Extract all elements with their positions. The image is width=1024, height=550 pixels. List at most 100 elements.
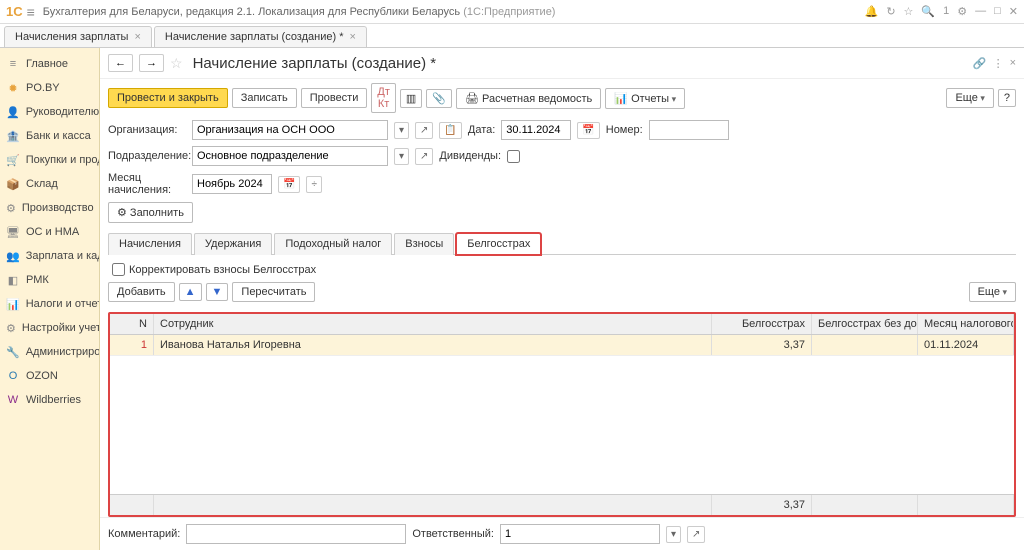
sidebar-item[interactable]: OOZON [0,364,99,388]
org-input[interactable] [192,120,388,140]
sidebar-icon: 🛒 [6,153,20,167]
sidebar-icon: ⚙ [6,201,16,215]
th-belgosstrakh-no-extra[interactable]: Белгосстрах без доплаты [812,314,918,334]
fill-button[interactable]: ⚙ Заполнить [108,202,193,223]
minimize-icon[interactable]: — [975,5,986,18]
attach-icon[interactable]: 📎 [426,89,452,108]
sidebar-label: Производство [22,202,94,214]
search-icon[interactable]: 🔍 [921,5,935,18]
payroll-sheet-button[interactable]: 🖨 Расчетная ведомость [456,88,601,109]
sidebar-icon: ✹ [6,81,20,95]
sidebar-item[interactable]: 📊Налоги и отчетность [0,292,99,316]
number-label: Номер: [606,124,643,136]
responsible-input[interactable] [500,524,660,544]
sidebar-item[interactable]: WWildberries [0,388,99,412]
sidebar-icon: 🏦 [6,129,20,143]
move-up-button[interactable]: ▲ [179,283,202,301]
add-button[interactable]: Добавить [108,282,175,302]
nav-back-button[interactable]: ← [108,54,133,72]
sidebar-item[interactable]: ✹PO.BY [0,76,99,100]
comment-input[interactable] [186,524,406,544]
sidebar-item[interactable]: 🛒 Покупки и продажи [0,148,99,172]
close-page-icon[interactable]: × [1010,57,1016,69]
dropdown-icon[interactable]: ▾ [394,122,409,139]
dept-input[interactable] [192,146,388,166]
calendar-icon[interactable]: 📋 [439,122,461,139]
sidebar-item[interactable]: 🏦Банк и касса [0,124,99,148]
tab-payroll-list[interactable]: Начисления зарплаты× [4,26,152,47]
open-icon[interactable]: ↗ [687,526,705,543]
menu-icon[interactable]: ≡ [27,4,35,20]
settings-icon[interactable]: ⚙ [957,5,967,18]
th-n[interactable]: N [110,314,154,334]
sidebar-item[interactable]: ≡Главное [0,52,99,76]
spinner-icon[interactable]: ÷ [306,176,322,193]
th-tax-month[interactable]: Месяц налогового периода [918,314,1014,334]
dropdown-icon[interactable]: ▾ [394,148,409,165]
correct-checkbox[interactable] [112,263,125,276]
dt-kt-icon[interactable]: ДтКт [371,83,396,113]
sidebar-label: ОС и НМА [26,226,79,238]
subtab-income-tax[interactable]: Подоходный налог [274,233,392,255]
sidebar: ≡Главное✹PO.BY👤Руководителю🏦Банк и касса… [0,48,100,550]
sidebar-icon: 🖥 [6,225,20,239]
sidebar-item[interactable]: 👥Зарплата и кадры [0,244,99,268]
month-input[interactable] [192,174,272,194]
nav-forward-button[interactable]: → [139,54,164,72]
star-icon[interactable]: ☆ [904,5,914,18]
post-button[interactable]: Провести [301,88,368,108]
close-icon[interactable]: × [350,31,356,43]
subtab-accruals[interactable]: Начисления [108,233,192,255]
reports-button[interactable]: 📊 Отчеты [605,88,685,109]
dropdown-icon[interactable]: ▾ [666,526,681,543]
sidebar-item[interactable]: ⚙Настройки учета [0,316,99,340]
link-icon[interactable]: 🔗 [973,57,987,70]
table-row[interactable]: 1 Иванова Наталья Игоревна 3,37 01.11.20… [110,335,1014,356]
sidebar-item[interactable]: ◧РМК [0,268,99,292]
sidebar-item[interactable]: 🔧Администрирование [0,340,99,364]
sidebar-icon: 👤 [6,105,20,119]
move-down-button[interactable]: ▼ [206,283,229,301]
panel-more-button[interactable]: Еще [969,282,1016,302]
sidebar-label: Покупки и продажи [26,154,99,166]
close-icon[interactable]: ✕ [1009,5,1018,18]
maximize-icon[interactable]: □ [994,5,1001,18]
subtab-contributions[interactable]: Взносы [394,233,454,255]
history-icon[interactable]: ↻ [886,5,895,18]
bell-icon[interactable]: 🔔 [865,5,879,18]
th-employee[interactable]: Сотрудник [154,314,712,334]
post-and-close-button[interactable]: Провести и закрыть [108,88,228,108]
date-input[interactable] [501,120,571,140]
calendar-picker-icon[interactable]: 📅 [577,122,599,139]
page-title: Начисление зарплаты (создание) * [193,55,437,72]
structure-icon[interactable]: ▥ [400,89,422,108]
sidebar-item[interactable]: 👤Руководителю [0,100,99,124]
th-belgosstrakh[interactable]: Белгосстрах [712,314,812,334]
sidebar-item[interactable]: 🖥 ОС и НМА [0,220,99,244]
favorite-icon[interactable]: ☆ [170,55,183,72]
comment-label: Комментарий: [108,528,180,540]
save-button[interactable]: Записать [232,88,297,108]
more-button[interactable]: Еще [946,88,993,108]
sidebar-item[interactable]: ⚙ Производство [0,196,99,220]
help-button[interactable]: ? [998,89,1016,107]
subtabs: Начисления Удержания Подоходный налог Вз… [108,232,1016,255]
user-icon[interactable]: 1 [943,5,949,18]
sidebar-icon: ≡ [6,57,20,71]
calendar-picker-icon[interactable]: 📅 [278,176,300,193]
document-tabs: Начисления зарплаты× Начисление зарплаты… [0,24,1024,48]
open-icon[interactable]: ↗ [415,122,433,139]
cell-b1: 3,37 [712,335,812,355]
sidebar-item[interactable]: 📦Склад [0,172,99,196]
dividends-checkbox[interactable] [507,150,520,163]
open-icon[interactable]: ↗ [415,148,433,165]
recalc-button[interactable]: Пересчитать [232,282,315,302]
sidebar-label: OZON [26,370,58,382]
close-icon[interactable]: × [134,31,140,43]
subtab-deductions[interactable]: Удержания [194,233,272,255]
subtab-belgosstrakh[interactable]: Белгосстрах [456,233,541,255]
sidebar-label: Налоги и отчетность [26,298,99,310]
tab-payroll-create[interactable]: Начисление зарплаты (создание) *× [154,26,367,47]
more-icon[interactable]: ⋮ [993,57,1004,70]
number-input[interactable] [649,120,729,140]
